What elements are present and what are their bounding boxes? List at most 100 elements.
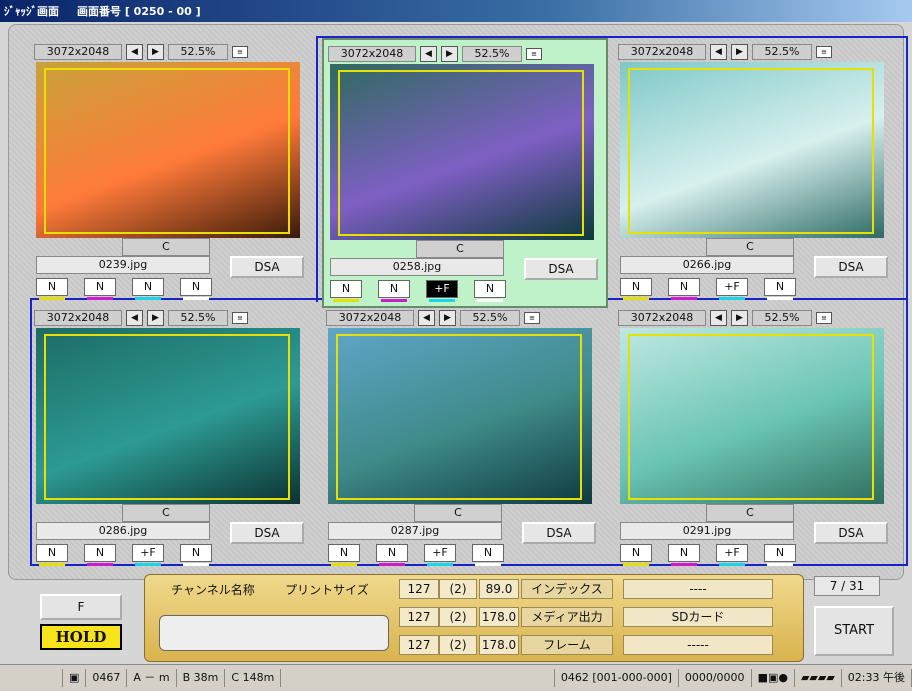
prev-arrow-icon[interactable]: ◀ bbox=[710, 310, 727, 326]
channel-buttons: N N +F N bbox=[330, 280, 506, 302]
photo-thumbnail[interactable] bbox=[328, 328, 592, 504]
dsa-button[interactable]: DSA bbox=[522, 522, 596, 544]
channel-color-bar bbox=[381, 299, 407, 302]
channel-toggle-button[interactable]: +F bbox=[426, 280, 458, 302]
channel-color-bar bbox=[87, 563, 113, 566]
channel-toggle-button[interactable]: +F bbox=[716, 544, 748, 566]
channel-toggle-button[interactable]: N bbox=[668, 278, 700, 300]
channel-toggle-button[interactable]: N bbox=[620, 544, 652, 566]
row-value: SDカード bbox=[623, 607, 773, 627]
thumbnail-panel[interactable]: 3072x2048 ◀ ▶ 52.5% ≡ C 0291.jpg DSA N N +… bbox=[614, 304, 900, 574]
thumbnail-panel[interactable]: 3072x2048 ◀ ▶ 52.5% ≡ C 0239.jpg DSA NNN… bbox=[30, 38, 316, 308]
dsa-button[interactable]: DSA bbox=[814, 522, 888, 544]
panel-header: 3072x2048 ◀ ▶ 52.5% ≡ bbox=[34, 310, 248, 326]
channel-toggle-button[interactable]: N bbox=[180, 544, 212, 566]
channel-toggle-button[interactable]: N bbox=[472, 544, 504, 566]
thumbnail-panel[interactable]: 3072x2048 ◀ ▶ 52.5% ≡ C 0287.jpg DSA N N +… bbox=[322, 304, 608, 574]
f-button[interactable]: F bbox=[40, 594, 122, 620]
thumbnail-panel[interactable]: 3072x2048 ◀ ▶ 52.5% ≡ C 0266.jpg DSA N N +… bbox=[614, 38, 900, 308]
channel-toggle-button[interactable]: N bbox=[84, 278, 116, 300]
photo-thumbnail[interactable] bbox=[36, 62, 300, 238]
crop-frame[interactable] bbox=[44, 68, 290, 234]
image-menu-icon[interactable]: ≡ bbox=[232, 46, 248, 58]
photo-thumbnail[interactable] bbox=[620, 328, 884, 504]
prev-arrow-icon[interactable]: ◀ bbox=[126, 44, 143, 60]
start-button[interactable]: START bbox=[814, 606, 894, 656]
photo-thumbnail[interactable] bbox=[330, 64, 594, 240]
crop-frame[interactable] bbox=[336, 334, 582, 500]
next-arrow-icon[interactable]: ▶ bbox=[439, 310, 456, 326]
correction-label[interactable]: C bbox=[706, 504, 794, 522]
image-menu-icon[interactable]: ≡ bbox=[816, 312, 832, 324]
channel-buttons: N N +F N bbox=[36, 544, 212, 566]
thumbnail-panel[interactable]: 3072x2048 ◀ ▶ 52.5% ≡ C 0258.jpg DSA N N +… bbox=[322, 38, 608, 308]
panel-header: 3072x2048 ◀ ▶ 52.5% ≡ bbox=[618, 310, 832, 326]
channel-color-bar bbox=[183, 297, 209, 300]
channel-toggle-button[interactable]: N bbox=[764, 278, 796, 300]
channel-color-bar bbox=[477, 299, 503, 302]
row-label: インデックス bbox=[521, 579, 613, 599]
zoom-label: 52.5% bbox=[168, 310, 228, 326]
dsa-button[interactable]: DSA bbox=[230, 256, 304, 278]
correction-label[interactable]: C bbox=[414, 504, 502, 522]
hold-button[interactable]: HOLD bbox=[40, 624, 122, 650]
channel-color-bar bbox=[39, 297, 65, 300]
correction-label[interactable]: C bbox=[706, 238, 794, 256]
correction-label[interactable]: C bbox=[122, 238, 210, 256]
thumbnail-panel[interactable]: 3072x2048 ◀ ▶ 52.5% ≡ C 0286.jpg DSA N N +… bbox=[30, 304, 316, 574]
channel-toggle-button[interactable]: N bbox=[36, 278, 68, 300]
image-menu-icon[interactable]: ≡ bbox=[526, 48, 542, 60]
crop-frame[interactable] bbox=[44, 334, 290, 500]
channel-toggle-button[interactable]: N bbox=[474, 280, 506, 302]
panel-header: 3072x2048 ◀ ▶ 52.5% ≡ bbox=[326, 310, 540, 326]
row-c: 178.0 bbox=[479, 635, 519, 655]
channel-toggle-button[interactable]: N bbox=[84, 544, 116, 566]
dsa-button[interactable]: DSA bbox=[524, 258, 598, 280]
prev-arrow-icon[interactable]: ◀ bbox=[418, 310, 435, 326]
crop-frame[interactable] bbox=[628, 68, 874, 234]
channel-label: チャンネル名称 bbox=[171, 583, 255, 597]
channel-toggle-button[interactable]: N bbox=[620, 278, 652, 300]
status-c: C 148m bbox=[225, 669, 282, 687]
correction-label[interactable]: C bbox=[122, 504, 210, 522]
channel-toggle-button[interactable]: N bbox=[668, 544, 700, 566]
channel-color-bar bbox=[475, 563, 501, 566]
row-label: メディア出力 bbox=[521, 607, 613, 627]
channel-color-bar bbox=[39, 563, 65, 566]
next-arrow-icon[interactable]: ▶ bbox=[147, 310, 164, 326]
crop-frame[interactable] bbox=[338, 70, 584, 236]
file-name: 0258.jpg bbox=[330, 258, 504, 276]
channel-toggle-button[interactable]: N bbox=[36, 544, 68, 566]
channel-toggle-button[interactable]: N bbox=[378, 280, 410, 302]
dsa-button[interactable]: DSA bbox=[814, 256, 888, 278]
photo-thumbnail[interactable] bbox=[36, 328, 300, 504]
file-name: 0291.jpg bbox=[620, 522, 794, 540]
status-graphics: ▰▰▰▰ bbox=[795, 669, 842, 687]
resolution-label: 3072x2048 bbox=[34, 310, 122, 326]
channel-toggle-button[interactable]: +F bbox=[132, 544, 164, 566]
image-menu-icon[interactable]: ≡ bbox=[816, 46, 832, 58]
channel-input[interactable] bbox=[159, 615, 389, 651]
crop-frame[interactable] bbox=[628, 334, 874, 500]
image-menu-icon[interactable]: ≡ bbox=[232, 312, 248, 324]
channel-toggle-button[interactable]: N bbox=[328, 544, 360, 566]
channel-toggle-button[interactable]: N bbox=[764, 544, 796, 566]
next-arrow-icon[interactable]: ▶ bbox=[731, 44, 748, 60]
correction-label[interactable]: C bbox=[416, 240, 504, 258]
next-arrow-icon[interactable]: ▶ bbox=[441, 46, 458, 62]
channel-toggle-button[interactable]: N bbox=[132, 278, 164, 300]
photo-thumbnail[interactable] bbox=[620, 62, 884, 238]
prev-arrow-icon[interactable]: ◀ bbox=[126, 310, 143, 326]
dsa-button[interactable]: DSA bbox=[230, 522, 304, 544]
next-arrow-icon[interactable]: ▶ bbox=[147, 44, 164, 60]
channel-toggle-button[interactable]: N bbox=[376, 544, 408, 566]
channel-toggle-button[interactable]: N bbox=[180, 278, 212, 300]
image-menu-icon[interactable]: ≡ bbox=[524, 312, 540, 324]
channel-toggle-button[interactable]: +F bbox=[716, 278, 748, 300]
prev-arrow-icon[interactable]: ◀ bbox=[420, 46, 437, 62]
channel-color-bar bbox=[135, 563, 161, 566]
channel-toggle-button[interactable]: +F bbox=[424, 544, 456, 566]
channel-toggle-button[interactable]: N bbox=[330, 280, 362, 302]
next-arrow-icon[interactable]: ▶ bbox=[731, 310, 748, 326]
prev-arrow-icon[interactable]: ◀ bbox=[710, 44, 727, 60]
